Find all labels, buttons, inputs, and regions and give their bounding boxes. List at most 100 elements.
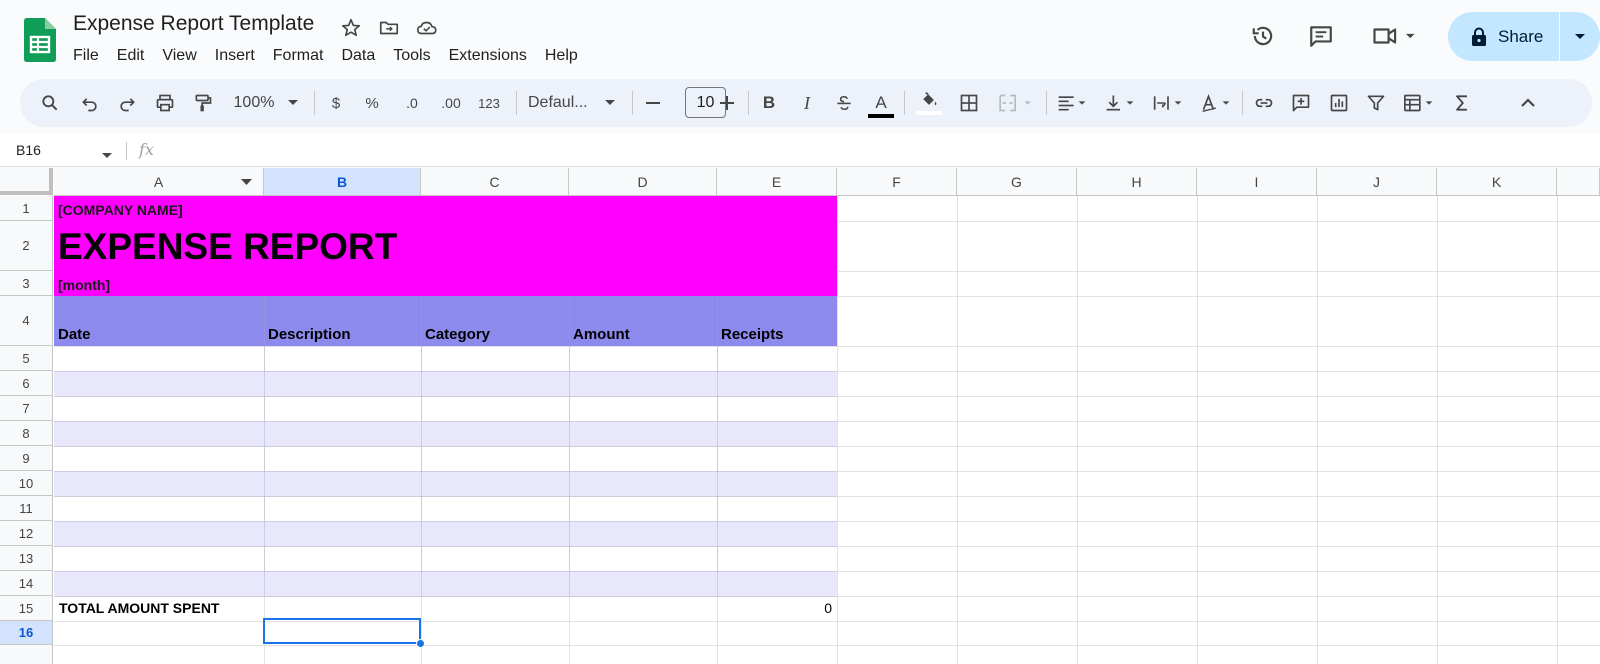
column-header-g[interactable]: G <box>957 168 1077 196</box>
row-header-6[interactable]: 6 <box>0 371 53 396</box>
column-header-j[interactable]: J <box>1317 168 1437 196</box>
text-rotation-icon[interactable] <box>1196 79 1236 127</box>
zoom-select[interactable]: 100% <box>226 79 282 127</box>
header-receipts-cell[interactable]: Receipts <box>721 326 784 343</box>
header-category-cell[interactable]: Category <box>425 326 490 343</box>
percent-format-button[interactable]: % <box>362 79 382 127</box>
row-header-17[interactable] <box>0 645 53 664</box>
header-date-cell[interactable]: Date <box>58 326 91 343</box>
vertical-align-icon[interactable] <box>1100 79 1140 127</box>
column-header-i[interactable]: I <box>1197 168 1317 196</box>
formula-input[interactable] <box>170 140 1570 162</box>
column-header-f[interactable]: F <box>837 168 957 196</box>
column-menu-caret-icon[interactable] <box>241 179 252 185</box>
row-header-14[interactable]: 14 <box>0 571 53 596</box>
undo-icon[interactable] <box>78 79 102 127</box>
header-description-cell[interactable]: Description <box>268 326 351 343</box>
row-header-7[interactable]: 7 <box>0 396 53 421</box>
column-header-l[interactable] <box>1557 168 1600 196</box>
collapse-toolbar-icon[interactable] <box>1516 79 1540 127</box>
row-header-3[interactable]: 3 <box>0 271 53 296</box>
print-icon[interactable] <box>152 79 178 127</box>
paint-format-icon[interactable] <box>190 79 216 127</box>
header-amount-cell[interactable]: Amount <box>573 326 630 343</box>
text-wrapping-icon[interactable] <box>1148 79 1188 127</box>
row-header-5[interactable]: 5 <box>0 346 53 371</box>
decrease-decimal-button[interactable]: .0 <box>398 79 426 127</box>
search-icon[interactable] <box>38 79 62 127</box>
row-header-10[interactable]: 10 <box>0 471 53 496</box>
company-name-cell[interactable]: [COMPANY NAME] <box>58 202 183 218</box>
comments-icon[interactable] <box>1305 20 1337 52</box>
column-header-h[interactable]: H <box>1077 168 1197 196</box>
total-value-cell[interactable]: 0 <box>800 600 832 616</box>
name-box[interactable]: B16 <box>16 142 41 158</box>
insert-chart-icon[interactable] <box>1326 79 1352 127</box>
version-history-icon[interactable] <box>1247 20 1279 52</box>
italic-button[interactable]: I <box>796 79 818 127</box>
more-formats-button[interactable]: 123 <box>472 79 506 127</box>
borders-icon[interactable] <box>956 79 982 127</box>
fill-color-button[interactable] <box>914 79 944 127</box>
name-box-caret-icon[interactable] <box>102 146 112 164</box>
column-header-a[interactable]: A <box>54 168 264 196</box>
insert-comment-icon[interactable] <box>1288 79 1314 127</box>
cloud-saved-icon[interactable] <box>413 14 441 42</box>
total-label-cell[interactable]: TOTAL AMOUNT SPENT <box>59 600 219 616</box>
column-header-c[interactable]: C <box>421 168 569 196</box>
row-header-8[interactable]: 8 <box>0 421 53 446</box>
insert-link-icon[interactable] <box>1251 79 1277 127</box>
column-header-d[interactable]: D <box>569 168 717 196</box>
sheets-logo-icon[interactable] <box>24 18 56 62</box>
meet-call-icon[interactable] <box>1370 20 1418 52</box>
font-family-select[interactable]: Defaul... <box>526 79 598 127</box>
bold-button[interactable]: B <box>758 79 780 127</box>
menu-help[interactable]: Help <box>536 45 587 67</box>
move-folder-icon[interactable] <box>375 14 403 42</box>
menu-extensions[interactable]: Extensions <box>440 45 536 67</box>
menu-edit[interactable]: Edit <box>108 45 154 67</box>
merge-cells-icon[interactable] <box>992 79 1040 127</box>
menu-insert[interactable]: Insert <box>206 45 264 67</box>
row-header-4[interactable]: 4 <box>0 296 53 346</box>
font-caret-icon[interactable] <box>602 79 618 127</box>
column-header-k[interactable]: K <box>1437 168 1557 196</box>
active-cell-selection[interactable] <box>263 618 421 644</box>
functions-icon[interactable] <box>1450 79 1474 127</box>
filter-views-icon[interactable] <box>1398 79 1440 127</box>
text-color-button[interactable]: A <box>866 79 896 127</box>
zoom-caret-icon[interactable] <box>284 79 302 127</box>
fill-handle[interactable] <box>416 639 425 648</box>
document-title[interactable]: Expense Report Template <box>73 12 314 36</box>
horizontal-align-icon[interactable] <box>1052 79 1092 127</box>
increase-decimal-button[interactable]: .00 <box>436 79 466 127</box>
star-icon[interactable] <box>337 14 365 42</box>
row-header-15[interactable]: 15 <box>0 596 53 621</box>
menu-data[interactable]: Data <box>332 45 384 67</box>
row-header-12[interactable]: 12 <box>0 521 53 546</box>
row-header-16[interactable]: 16 <box>0 621 53 645</box>
share-button[interactable]: Share <box>1448 12 1559 61</box>
filter-icon[interactable] <box>1363 79 1389 127</box>
row-header-1[interactable]: 1 <box>0 196 53 221</box>
currency-format-button[interactable]: $ <box>326 79 346 127</box>
column-header-e[interactable]: E <box>717 168 837 196</box>
increase-font-size-button[interactable] <box>716 79 738 127</box>
report-title-cell[interactable]: EXPENSE REPORT <box>58 226 397 268</box>
menu-file[interactable]: File <box>64 45 108 67</box>
row-header-13[interactable]: 13 <box>0 546 53 571</box>
menu-tools[interactable]: Tools <box>384 45 439 67</box>
select-all-corner[interactable] <box>0 168 53 195</box>
decrease-font-size-button[interactable] <box>642 79 664 127</box>
menu-format[interactable]: Format <box>264 45 333 67</box>
redo-icon[interactable] <box>115 79 139 127</box>
spreadsheet-grid[interactable]: A B C D E F G H I J K 1 2 3 4 5 6 7 8 9 … <box>0 168 1600 664</box>
menu-view[interactable]: View <box>153 45 205 67</box>
row-header-11[interactable]: 11 <box>0 496 53 521</box>
strikethrough-icon[interactable] <box>832 79 856 127</box>
row-header-9[interactable]: 9 <box>0 446 53 471</box>
row-header-2[interactable]: 2 <box>0 221 53 271</box>
share-dropdown-button[interactable] <box>1560 12 1600 61</box>
month-cell[interactable]: [month] <box>58 277 110 293</box>
column-header-b[interactable]: B <box>264 168 421 196</box>
